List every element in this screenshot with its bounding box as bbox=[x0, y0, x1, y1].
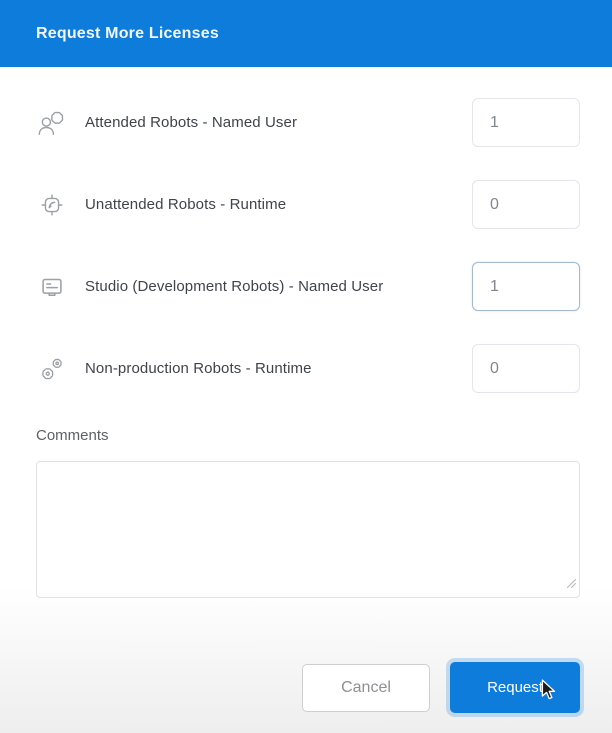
license-row-studio: Studio (Development Robots) - Named User bbox=[36, 262, 580, 311]
attended-robot-icon bbox=[36, 107, 68, 139]
attended-quantity-input[interactable] bbox=[472, 98, 580, 147]
license-row-unattended: Unattended Robots - Runtime bbox=[36, 180, 580, 229]
license-row-label: Unattended Robots - Runtime bbox=[85, 196, 287, 213]
studio-monitor-icon bbox=[36, 271, 68, 303]
dialog-body: Attended Robots - Named User Unattended … bbox=[0, 98, 612, 598]
comments-textarea-wrap bbox=[36, 461, 580, 598]
non-production-quantity-input[interactable] bbox=[472, 344, 580, 393]
license-row-label: Non-production Robots - Runtime bbox=[85, 360, 312, 377]
comments-label: Comments bbox=[36, 427, 109, 444]
dialog-header: Request More Licenses bbox=[0, 0, 612, 67]
license-row-label: Attended Robots - Named User bbox=[85, 114, 298, 131]
studio-quantity-input[interactable] bbox=[472, 262, 580, 311]
request-button[interactable]: Request bbox=[450, 662, 580, 713]
dialog-footer: Cancel Request bbox=[0, 662, 612, 713]
non-production-gears-icon bbox=[36, 353, 68, 385]
request-more-licenses-dialog: Request More Licenses Attended Robots - … bbox=[0, 0, 612, 733]
cancel-button[interactable]: Cancel bbox=[302, 663, 430, 712]
comments-textarea[interactable] bbox=[36, 461, 580, 598]
unattended-quantity-input[interactable] bbox=[472, 180, 580, 229]
license-row-label: Studio (Development Robots) - Named User bbox=[85, 278, 384, 295]
license-row-non-production: Non-production Robots - Runtime bbox=[36, 344, 580, 393]
dialog-title: Request More Licenses bbox=[36, 24, 219, 42]
license-row-attended: Attended Robots - Named User bbox=[36, 98, 580, 147]
unattended-robot-icon bbox=[36, 189, 68, 221]
